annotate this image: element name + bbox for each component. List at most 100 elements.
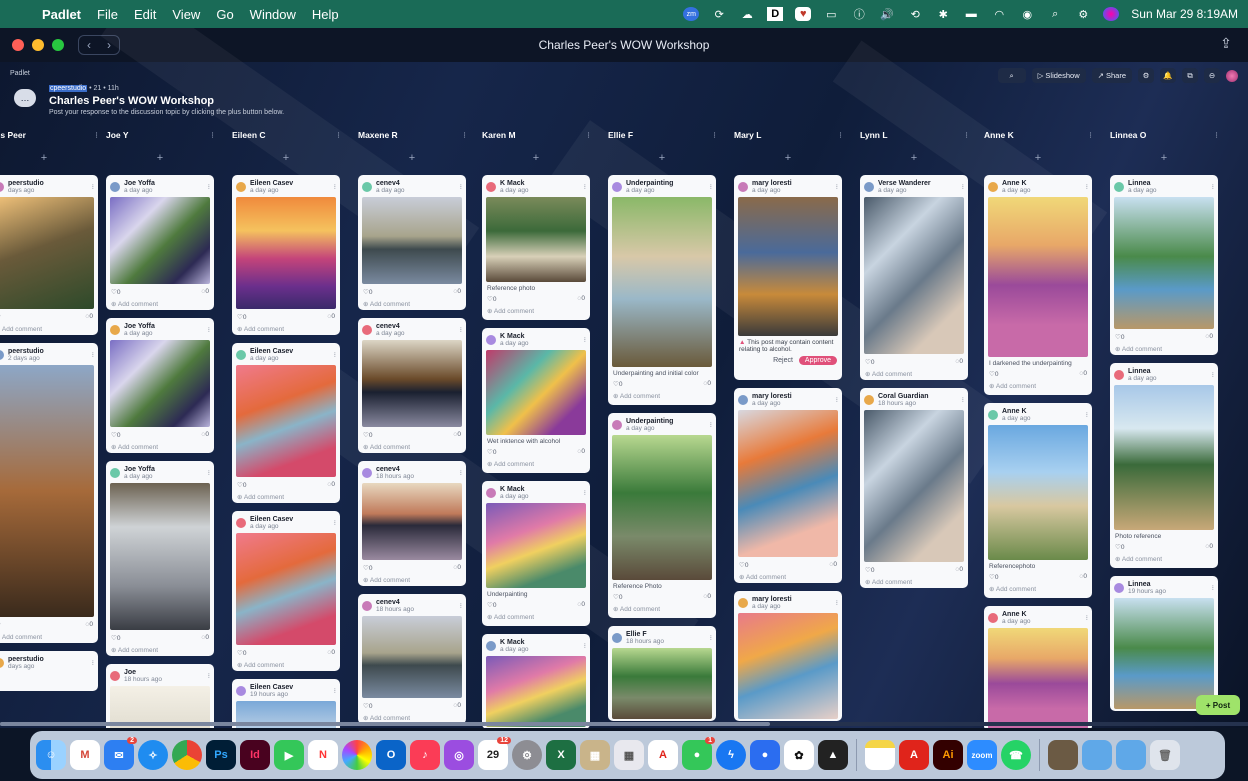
author-avatar[interactable] bbox=[612, 632, 622, 643]
add-comment-field[interactable]: ⊕ Add comment bbox=[0, 323, 98, 335]
author-avatar[interactable] bbox=[362, 467, 372, 478]
screen-mirror-icon[interactable]: ▭ bbox=[823, 7, 839, 21]
post-options-icon[interactable]: ⁝ bbox=[710, 634, 712, 642]
post-options-icon[interactable]: ⁝ bbox=[208, 326, 210, 334]
post-options-icon[interactable]: ⁝ bbox=[584, 183, 586, 191]
like-button[interactable]: ♡0 bbox=[363, 702, 372, 710]
like-button[interactable]: ♡0 bbox=[1115, 333, 1124, 341]
like-button[interactable]: ♡0 bbox=[487, 448, 496, 456]
like-button[interactable]: ♡0 bbox=[111, 288, 120, 296]
post-options-icon[interactable]: ⁝ bbox=[1086, 183, 1088, 191]
column-header[interactable]: Ellie F ⁝ bbox=[604, 123, 720, 147]
time-machine-icon[interactable]: ⟲ bbox=[907, 7, 923, 21]
author-avatar[interactable] bbox=[1114, 369, 1124, 380]
author-avatar[interactable] bbox=[612, 181, 622, 192]
post-card[interactable]: cenev4 18 hours ago ⁝ ♡0 ◌0 ⊕ Add comment bbox=[358, 594, 466, 724]
post-card[interactable]: Joe Yoffa a day ago ⁝ ♡0 ◌0 ⊕ Add comment bbox=[106, 461, 214, 656]
comment-count-button[interactable]: ◌0 bbox=[830, 561, 838, 569]
like-button[interactable]: ♡0 bbox=[363, 288, 372, 296]
post-options-icon[interactable]: ⁝ bbox=[92, 351, 94, 359]
messenger-icon[interactable]: ϟ bbox=[716, 740, 746, 770]
comment-count-button[interactable]: ◌0 bbox=[86, 621, 94, 629]
author-avatar[interactable] bbox=[110, 324, 120, 335]
post-image[interactable] bbox=[0, 197, 94, 309]
launchpad-icon[interactable]: ▦ bbox=[614, 740, 644, 770]
post-card[interactable]: Ellie F 18 hours ago ⁝ bbox=[608, 626, 716, 721]
search-button[interactable]: ⌕ bbox=[997, 68, 1026, 83]
comment-count-button[interactable]: ◌0 bbox=[1206, 543, 1214, 551]
scrollbar-thumb[interactable] bbox=[0, 722, 770, 726]
post-options-icon[interactable]: ⁝ bbox=[710, 183, 712, 191]
post-image[interactable] bbox=[0, 365, 94, 617]
podcasts-icon[interactable]: ◎ bbox=[444, 740, 474, 770]
author-avatar[interactable] bbox=[236, 517, 246, 528]
post-image[interactable] bbox=[612, 435, 712, 580]
post-options-icon[interactable]: ⁝ bbox=[1212, 584, 1214, 592]
post-image[interactable] bbox=[486, 197, 586, 282]
post-card[interactable]: K Mack a day ago ⁝ Wet inktence with alcoho… bbox=[482, 328, 590, 473]
safari-icon[interactable]: ✧ bbox=[138, 740, 168, 770]
owner-username[interactable]: cpeerstudio bbox=[49, 85, 88, 92]
messages-icon[interactable]: ● 1 bbox=[682, 737, 715, 770]
add-post-plus-button[interactable]: + bbox=[354, 147, 470, 169]
add-comment-field[interactable]: ⊕ Add comment bbox=[232, 323, 340, 335]
system-settings-icon[interactable]: ⚙ bbox=[512, 740, 542, 770]
author-avatar[interactable] bbox=[612, 419, 622, 430]
chrome-icon[interactable] bbox=[172, 740, 202, 770]
menu-window[interactable]: Window bbox=[242, 7, 304, 22]
add-comment-field[interactable]: ⊕ Add comment bbox=[482, 458, 590, 470]
add-comment-field[interactable]: ⊕ Add comment bbox=[1110, 553, 1218, 565]
post-card[interactable]: Eileen Casev a day ago ⁝ ♡0 ◌0 ⊕ Add comment bbox=[232, 511, 340, 671]
add-post-plus-button[interactable]: + bbox=[102, 147, 218, 169]
zoom-status-icon[interactable]: zm bbox=[683, 7, 700, 21]
post-card[interactable]: Eileen Casev 19 hours ago ⁝ bbox=[232, 679, 340, 728]
column-options-icon[interactable]: ⁝ bbox=[211, 130, 214, 141]
post-options-icon[interactable]: ⁝ bbox=[334, 351, 336, 359]
calendar-icon[interactable]: 29 12 bbox=[478, 737, 511, 770]
comment-count-button[interactable]: ◌0 bbox=[202, 288, 210, 296]
post-options-icon[interactable]: ⁝ bbox=[92, 659, 94, 667]
bluetooth-icon[interactable]: ✱ bbox=[935, 7, 951, 21]
post-image[interactable] bbox=[738, 197, 838, 336]
like-button[interactable]: ♡0 bbox=[237, 481, 246, 489]
post-options-icon[interactable]: ⁝ bbox=[460, 326, 462, 334]
post-options-icon[interactable]: ⁝ bbox=[208, 672, 210, 680]
column-header[interactable]: Mary L ⁝ bbox=[730, 123, 846, 147]
author-avatar[interactable] bbox=[738, 181, 748, 192]
post-card[interactable]: Eileen Casev a day ago ⁝ ♡0 ◌0 ⊕ Add comment bbox=[232, 175, 340, 335]
post-image[interactable] bbox=[486, 350, 586, 435]
author-avatar[interactable] bbox=[0, 181, 4, 192]
comment-count-button[interactable]: ◌0 bbox=[202, 431, 210, 439]
post-card[interactable]: K Mack a day ago ⁝ bbox=[482, 634, 590, 728]
add-comment-field[interactable]: ⊕ Add comment bbox=[608, 390, 716, 402]
author-avatar[interactable] bbox=[236, 349, 246, 360]
post-image[interactable] bbox=[110, 197, 210, 284]
author-avatar[interactable] bbox=[988, 612, 998, 623]
post-options-icon[interactable]: ⁝ bbox=[334, 519, 336, 527]
comment-count-button[interactable]: ◌0 bbox=[86, 313, 94, 321]
post-options-icon[interactable]: ⁝ bbox=[584, 489, 586, 497]
chatgpt-icon[interactable]: ✿ bbox=[784, 740, 814, 770]
post-image[interactable] bbox=[864, 410, 964, 562]
author-avatar[interactable] bbox=[486, 334, 496, 345]
grammarly-icon[interactable]: ⟳ bbox=[711, 7, 727, 21]
comment-count-button[interactable]: ◌0 bbox=[328, 649, 336, 657]
post-image[interactable] bbox=[738, 410, 838, 557]
minimize-window-button[interactable] bbox=[32, 39, 44, 51]
comment-count-button[interactable]: ◌0 bbox=[1206, 333, 1214, 341]
comment-count-button[interactable]: ◌0 bbox=[578, 601, 586, 609]
comment-count-button[interactable]: ◌0 bbox=[704, 380, 712, 388]
comment-count-button[interactable]: ◌0 bbox=[202, 634, 210, 642]
menu-edit[interactable]: Edit bbox=[126, 7, 164, 22]
author-avatar[interactable] bbox=[1114, 181, 1124, 192]
post-card[interactable]: Joe Yoffa a day ago ⁝ ♡0 ◌0 ⊕ Add comment bbox=[106, 318, 214, 453]
post-image[interactable] bbox=[612, 197, 712, 367]
outlook-icon[interactable]: O bbox=[376, 740, 406, 770]
post-image[interactable] bbox=[864, 197, 964, 354]
author-avatar[interactable] bbox=[362, 181, 372, 192]
app-menu[interactable]: Padlet bbox=[34, 7, 89, 22]
post-options-icon[interactable]: ⁝ bbox=[92, 183, 94, 191]
add-comment-field[interactable]: ⊕ Add comment bbox=[106, 298, 214, 310]
signal-icon[interactable]: ● bbox=[750, 740, 780, 770]
post-image[interactable] bbox=[1114, 197, 1214, 329]
